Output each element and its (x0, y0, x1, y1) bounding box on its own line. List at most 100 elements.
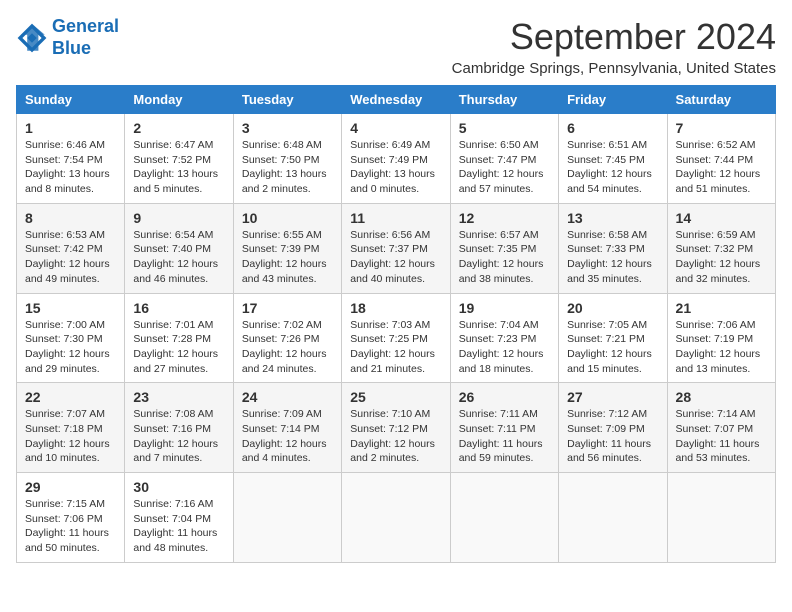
calendar-cell: 22 Sunrise: 7:07 AMSunset: 7:18 PMDayligh… (17, 383, 125, 473)
month-title: September 2024 (452, 16, 776, 58)
day-info: Sunrise: 6:54 AMSunset: 7:40 PMDaylight:… (133, 228, 224, 287)
calendar-cell: 10 Sunrise: 6:55 AMSunset: 7:39 PMDayligh… (233, 203, 341, 293)
day-info: Sunrise: 7:15 AMSunset: 7:06 PMDaylight:… (25, 497, 116, 556)
calendar-cell: 27 Sunrise: 7:12 AMSunset: 7:09 PMDayligh… (559, 383, 667, 473)
day-number: 3 (242, 120, 333, 136)
day-header-wednesday: Wednesday (342, 86, 450, 114)
day-info: Sunrise: 7:04 AMSunset: 7:23 PMDaylight:… (459, 318, 550, 377)
calendar-cell (667, 473, 775, 563)
calendar-table: SundayMondayTuesdayWednesdayThursdayFrid… (16, 85, 776, 563)
day-number: 19 (459, 300, 550, 316)
day-number: 30 (133, 479, 224, 495)
day-info: Sunrise: 6:47 AMSunset: 7:52 PMDaylight:… (133, 138, 224, 197)
day-number: 23 (133, 389, 224, 405)
day-info: Sunrise: 6:52 AMSunset: 7:44 PMDaylight:… (676, 138, 767, 197)
day-info: Sunrise: 7:12 AMSunset: 7:09 PMDaylight:… (567, 407, 658, 466)
day-number: 7 (676, 120, 767, 136)
day-header-thursday: Thursday (450, 86, 558, 114)
day-number: 20 (567, 300, 658, 316)
calendar-week-row: 1 Sunrise: 6:46 AMSunset: 7:54 PMDaylight… (17, 114, 776, 204)
logo: General Blue (16, 16, 119, 59)
day-info: Sunrise: 6:50 AMSunset: 7:47 PMDaylight:… (459, 138, 550, 197)
day-number: 9 (133, 210, 224, 226)
day-number: 12 (459, 210, 550, 226)
day-info: Sunrise: 6:53 AMSunset: 7:42 PMDaylight:… (25, 228, 116, 287)
calendar-cell: 25 Sunrise: 7:10 AMSunset: 7:12 PMDayligh… (342, 383, 450, 473)
calendar-cell: 6Sunrise: 6:51 AMSunset: 7:45 PMDaylight… (559, 114, 667, 204)
day-number: 8 (25, 210, 116, 226)
day-header-tuesday: Tuesday (233, 86, 341, 114)
day-number: 15 (25, 300, 116, 316)
day-info: Sunrise: 7:06 AMSunset: 7:19 PMDaylight:… (676, 318, 767, 377)
calendar-cell: 1 Sunrise: 6:46 AMSunset: 7:54 PMDaylight… (17, 114, 125, 204)
day-info: Sunrise: 7:01 AMSunset: 7:28 PMDaylight:… (133, 318, 224, 377)
day-number: 5 (459, 120, 550, 136)
calendar-cell: 24 Sunrise: 7:09 AMSunset: 7:14 PMDayligh… (233, 383, 341, 473)
day-header-monday: Monday (125, 86, 233, 114)
day-number: 25 (350, 389, 441, 405)
day-number: 13 (567, 210, 658, 226)
day-number: 10 (242, 210, 333, 226)
day-header-friday: Friday (559, 86, 667, 114)
day-number: 4 (350, 120, 441, 136)
day-number: 2 (133, 120, 224, 136)
calendar-week-row: 8 Sunrise: 6:53 AMSunset: 7:42 PMDaylight… (17, 203, 776, 293)
day-info: Sunrise: 7:05 AMSunset: 7:21 PMDaylight:… (567, 318, 658, 377)
page-header: General Blue September 2024 Cambridge Sp… (16, 16, 776, 77)
day-header-saturday: Saturday (667, 86, 775, 114)
day-info: Sunrise: 6:48 AMSunset: 7:50 PMDaylight:… (242, 138, 333, 197)
calendar-cell: 29Sunrise: 7:15 AMSunset: 7:06 PMDayligh… (17, 473, 125, 563)
calendar-cell: 3 Sunrise: 6:48 AMSunset: 7:50 PMDaylight… (233, 114, 341, 204)
day-number: 16 (133, 300, 224, 316)
calendar-cell: 5 Sunrise: 6:50 AMSunset: 7:47 PMDaylight… (450, 114, 558, 204)
logo-icon (16, 22, 48, 54)
calendar-cell: 15 Sunrise: 7:00 AMSunset: 7:30 PMDayligh… (17, 293, 125, 383)
day-number: 22 (25, 389, 116, 405)
calendar-cell: 20 Sunrise: 7:05 AMSunset: 7:21 PMDayligh… (559, 293, 667, 383)
calendar-cell: 23 Sunrise: 7:08 AMSunset: 7:16 PMDayligh… (125, 383, 233, 473)
day-info: Sunrise: 7:00 AMSunset: 7:30 PMDaylight:… (25, 318, 116, 377)
day-info: Sunrise: 7:11 AMSunset: 7:11 PMDaylight:… (459, 407, 550, 466)
calendar-cell (559, 473, 667, 563)
day-number: 1 (25, 120, 116, 136)
calendar-cell: 19 Sunrise: 7:04 AMSunset: 7:23 PMDayligh… (450, 293, 558, 383)
day-number: 28 (676, 389, 767, 405)
day-number: 27 (567, 389, 658, 405)
logo-text: General Blue (52, 16, 119, 59)
calendar-cell: 13 Sunrise: 6:58 AMSunset: 7:33 PMDayligh… (559, 203, 667, 293)
day-header-sunday: Sunday (17, 86, 125, 114)
day-number: 26 (459, 389, 550, 405)
calendar-cell: 21 Sunrise: 7:06 AMSunset: 7:19 PMDayligh… (667, 293, 775, 383)
day-number: 21 (676, 300, 767, 316)
calendar-cell (342, 473, 450, 563)
day-info: Sunrise: 7:14 AMSunset: 7:07 PMDaylight:… (676, 407, 767, 466)
calendar-week-row: 29Sunrise: 7:15 AMSunset: 7:06 PMDayligh… (17, 473, 776, 563)
calendar-cell: 28 Sunrise: 7:14 AMSunset: 7:07 PMDayligh… (667, 383, 775, 473)
day-info: Sunrise: 6:55 AMSunset: 7:39 PMDaylight:… (242, 228, 333, 287)
day-number: 14 (676, 210, 767, 226)
day-info: Sunrise: 7:10 AMSunset: 7:12 PMDaylight:… (350, 407, 441, 466)
day-number: 24 (242, 389, 333, 405)
calendar-cell: 2 Sunrise: 6:47 AMSunset: 7:52 PMDaylight… (125, 114, 233, 204)
day-info: Sunrise: 7:09 AMSunset: 7:14 PMDaylight:… (242, 407, 333, 466)
day-info: Sunrise: 7:08 AMSunset: 7:16 PMDaylight:… (133, 407, 224, 466)
calendar-cell: 14 Sunrise: 6:59 AMSunset: 7:32 PMDayligh… (667, 203, 775, 293)
day-info: Sunrise: 6:57 AMSunset: 7:35 PMDaylight:… (459, 228, 550, 287)
calendar-cell (450, 473, 558, 563)
calendar-cell: 17Sunrise: 7:02 AMSunset: 7:26 PMDayligh… (233, 293, 341, 383)
calendar-cell: 18 Sunrise: 7:03 AMSunset: 7:25 PMDayligh… (342, 293, 450, 383)
day-number: 18 (350, 300, 441, 316)
day-info: Sunrise: 6:49 AMSunset: 7:49 PMDaylight:… (350, 138, 441, 197)
day-info: Sunrise: 7:16 AMSunset: 7:04 PMDaylight:… (133, 497, 224, 556)
calendar-cell: 9 Sunrise: 6:54 AMSunset: 7:40 PMDaylight… (125, 203, 233, 293)
day-info: Sunrise: 7:07 AMSunset: 7:18 PMDaylight:… (25, 407, 116, 466)
calendar-cell (233, 473, 341, 563)
day-info: Sunrise: 6:58 AMSunset: 7:33 PMDaylight:… (567, 228, 658, 287)
day-info: Sunrise: 6:46 AMSunset: 7:54 PMDaylight:… (25, 138, 116, 197)
calendar-cell: 12 Sunrise: 6:57 AMSunset: 7:35 PMDayligh… (450, 203, 558, 293)
calendar-cell: 11Sunrise: 6:56 AMSunset: 7:37 PMDayligh… (342, 203, 450, 293)
day-info: Sunrise: 6:59 AMSunset: 7:32 PMDaylight:… (676, 228, 767, 287)
day-info: Sunrise: 7:02 AMSunset: 7:26 PMDaylight:… (242, 318, 333, 377)
calendar-week-row: 22 Sunrise: 7:07 AMSunset: 7:18 PMDayligh… (17, 383, 776, 473)
day-info: Sunrise: 7:03 AMSunset: 7:25 PMDaylight:… (350, 318, 441, 377)
